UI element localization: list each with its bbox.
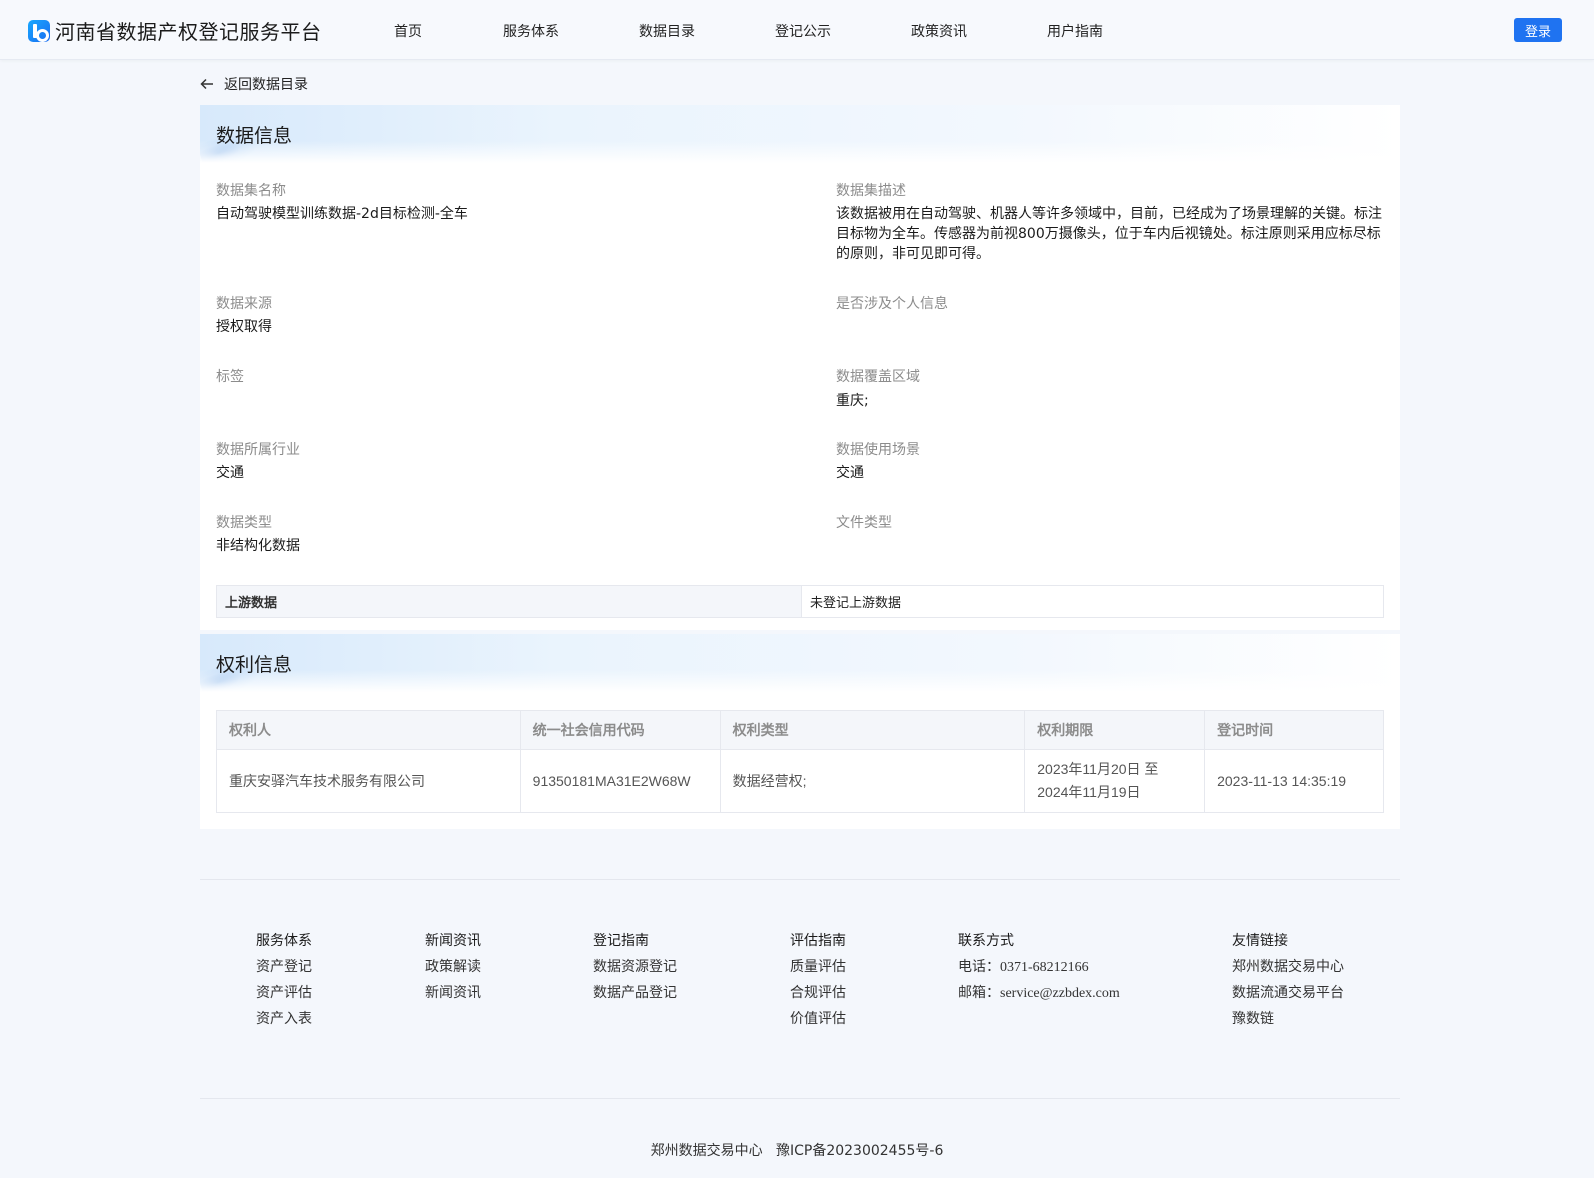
data-type-label: 数据类型 xyxy=(216,515,272,531)
upstream-data-row: 上游数据 未登记上游数据 xyxy=(216,585,1384,618)
footer-col-eval-guide: 评估指南 质量评估 合规评估 价值评估 xyxy=(790,930,846,1028)
coverage-value: 重庆; xyxy=(836,393,869,409)
nav-services[interactable]: 服务体系 xyxy=(503,21,559,41)
col-right-type: 权利类型 xyxy=(719,710,1026,750)
footer-col-news: 新闻资讯 政策解读 新闻资讯 xyxy=(425,930,481,1002)
reg-time-cell: 2023-11-13 14:35:19 xyxy=(1204,749,1384,813)
footer-title: 登记指南 xyxy=(593,933,649,949)
dataset-name-value: 自动驾驶模型训练数据-2d目标检测-全车 xyxy=(216,206,468,222)
dataset-name-label: 数据集名称 xyxy=(216,183,286,199)
col-reg-time: 登记时间 xyxy=(1204,710,1384,750)
footer-link-yushulian[interactable]: 豫数链 xyxy=(1232,1008,1344,1028)
tags-label: 标签 xyxy=(216,369,244,385)
source-label: 数据来源 xyxy=(216,296,272,312)
logo-icon xyxy=(28,19,50,42)
footer-link-product-registration[interactable]: 数据产品登记 xyxy=(593,982,677,1002)
footer-title: 评估指南 xyxy=(790,933,846,949)
footer-col-friend-links: 友情链接 郑州数据交易中心 数据流通交易平台 豫数链 xyxy=(1232,930,1344,1028)
col-credit-code: 统一社会信用代码 xyxy=(519,710,721,750)
col-holder: 权利人 xyxy=(216,710,521,750)
nav-registry-notice[interactable]: 登记公示 xyxy=(775,21,831,41)
table-row: 重庆安驿汽车技术服务有限公司 91350181MA31E2W68W 数据经营权;… xyxy=(216,749,1384,813)
industry-value: 交通 xyxy=(216,465,244,481)
site-title: 河南省数据产权登记服务平台 xyxy=(55,20,322,44)
footer-title: 友情链接 xyxy=(1232,933,1288,949)
nav-home[interactable]: 首页 xyxy=(394,21,422,41)
dataset-desc-label: 数据集描述 xyxy=(836,183,906,199)
footer-link-asset-registration[interactable]: 资产登记 xyxy=(256,956,312,976)
footer-link-policy[interactable]: 政策解读 xyxy=(425,956,481,976)
period-end: 2024年11月19日 xyxy=(1037,784,1141,800)
source-value: 授权取得 xyxy=(216,319,272,335)
email-value[interactable]: service@zzbdex.com xyxy=(1000,986,1120,1001)
credit-code-cell: 91350181MA31E2W68W xyxy=(519,749,721,813)
back-to-catalog-link[interactable]: 返回数据目录 xyxy=(200,74,308,94)
rights-table-header: 权利人 统一社会信用代码 权利类型 权利期限 登记时间 xyxy=(216,710,1384,750)
footer-link-asset-evaluation[interactable]: 资产评估 xyxy=(256,982,312,1002)
footer-link-quality-eval[interactable]: 质量评估 xyxy=(790,956,846,976)
footer-link-asset-booking[interactable]: 资产入表 xyxy=(256,1008,312,1028)
nav-catalog[interactable]: 数据目录 xyxy=(639,21,695,41)
nav-policy-news[interactable]: 政策资讯 xyxy=(911,21,967,41)
data-type-value: 非结构化数据 xyxy=(216,538,300,554)
upstream-data-label: 上游数据 xyxy=(217,586,802,617)
scenario-label: 数据使用场景 xyxy=(836,442,920,458)
footer-email: 邮箱：service@zzbdex.com xyxy=(958,982,1120,1002)
footer-phone: 电话：0371-68212166 xyxy=(958,956,1120,976)
industry-label: 数据所属行业 xyxy=(216,442,300,458)
scenario-value: 交通 xyxy=(836,465,864,481)
top-header: 河南省数据产权登记服务平台 首页 服务体系 数据目录 登记公示 政策资讯 用户指… xyxy=(0,0,1594,60)
upstream-data-value: 未登记上游数据 xyxy=(810,596,902,611)
footer-col-services: 服务体系 资产登记 资产评估 资产入表 xyxy=(256,930,312,1028)
personal-info-label: 是否涉及个人信息 xyxy=(836,296,948,312)
copyright: 郑州数据交易中心 豫ICP备2023002455号-6 xyxy=(0,1140,1594,1160)
footer-link-news[interactable]: 新闻资讯 xyxy=(425,982,481,1002)
holder-cell: 重庆安驿汽车技术服务有限公司 xyxy=(216,749,521,813)
rights-table: 权利人 统一社会信用代码 权利类型 权利期限 登记时间 重庆安驿汽车技术服务有限… xyxy=(216,710,1384,813)
footer-title: 服务体系 xyxy=(256,933,312,949)
col-period: 权利期限 xyxy=(1024,710,1206,750)
phone-value: 0371-68212166 xyxy=(1000,960,1089,975)
period-start: 2023年11月20日 至 xyxy=(1037,761,1159,777)
data-info-title: 数据信息 xyxy=(216,125,293,147)
footer-col-contact: 联系方式 电话：0371-68212166 邮箱：service@zzbdex.… xyxy=(958,930,1120,1002)
footer-title: 新闻资讯 xyxy=(425,933,481,949)
copyright-text: 郑州数据交易中心 豫ICP备2023002455号-6 xyxy=(650,1143,944,1159)
footer-link-trading-platform[interactable]: 数据流通交易平台 xyxy=(1232,982,1344,1002)
footer-col-registry-guide: 登记指南 数据资源登记 数据产品登记 xyxy=(593,930,677,1002)
rights-info-title: 权利信息 xyxy=(216,654,293,676)
data-info-header xyxy=(200,105,1400,163)
footer-link-resource-registration[interactable]: 数据资源登记 xyxy=(593,956,677,976)
phone-label: 电话： xyxy=(958,959,1000,975)
coverage-label: 数据覆盖区域 xyxy=(836,369,920,385)
footer-link-compliance-eval[interactable]: 合规评估 xyxy=(790,982,846,1002)
footer-divider-bottom xyxy=(200,1098,1400,1099)
footer-title: 联系方式 xyxy=(958,933,1014,949)
data-info-card: 数据信息 数据集名称 自动驾驶模型训练数据-2d目标检测-全车 数据集描述 该数… xyxy=(200,105,1400,630)
file-type-label: 文件类型 xyxy=(836,515,892,531)
right-type-cell: 数据经营权; xyxy=(719,749,1026,813)
dataset-desc-value: 该数据被用在自动驾驶、机器人等许多领域中，目前，已经成为了场景理解的关键。标注目… xyxy=(836,206,1382,262)
rights-info-header xyxy=(200,634,1400,692)
period-cell: 2023年11月20日 至 2024年11月19日 xyxy=(1024,749,1206,813)
rights-info-card: 权利信息 权利人 统一社会信用代码 权利类型 权利期限 登记时间 重庆安驿汽车技… xyxy=(200,634,1400,829)
nav-user-guide[interactable]: 用户指南 xyxy=(1047,21,1103,41)
footer-divider-top xyxy=(200,879,1400,880)
site-logo[interactable]: 河南省数据产权登记服务平台 xyxy=(28,16,322,45)
back-link-label: 返回数据目录 xyxy=(224,77,308,93)
login-button[interactable]: 登录 xyxy=(1514,18,1562,42)
email-label: 邮箱： xyxy=(958,985,1000,1001)
footer-link-value-eval[interactable]: 价值评估 xyxy=(790,1008,846,1028)
arrow-left-icon xyxy=(200,78,213,90)
footer-link-zzbdex[interactable]: 郑州数据交易中心 xyxy=(1232,956,1344,976)
